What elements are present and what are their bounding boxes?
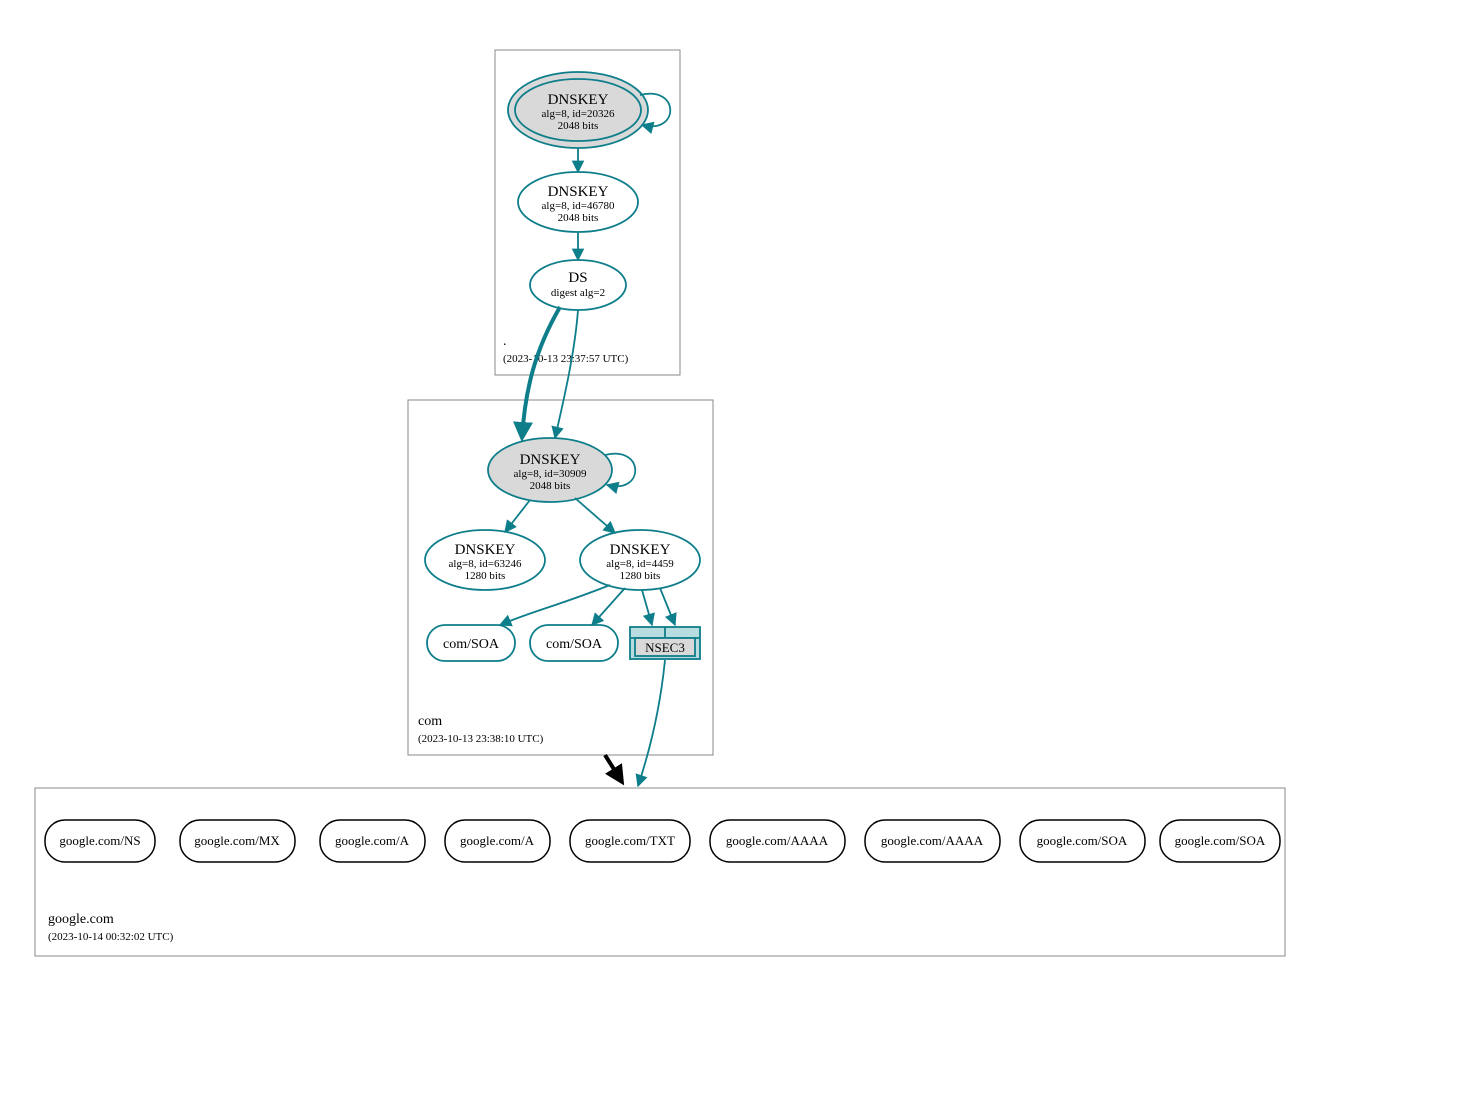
zone-com-time: (2023-10-13 23:38:10 UTC) bbox=[418, 733, 544, 745]
dnssec-diagram: . (2023-10-13 23:37:57 UTC) DNSKEY alg=8… bbox=[20, 20, 1300, 960]
node-root-zsk: DNSKEY alg=8, id=46780 2048 bits bbox=[518, 172, 638, 232]
svg-text:2048 bits: 2048 bits bbox=[558, 212, 599, 224]
zone-google-time: (2023-10-14 00:32:02 UTC) bbox=[48, 931, 174, 943]
svg-text:alg=8, id=63246: alg=8, id=63246 bbox=[449, 558, 522, 570]
rr-node: google.com/SOA bbox=[1160, 820, 1280, 862]
edge-zsk2-nsec3a bbox=[642, 590, 652, 625]
node-com-soa1: com/SOA bbox=[427, 625, 515, 661]
node-nsec3: NSEC3 bbox=[630, 627, 700, 659]
svg-text:NSEC3: NSEC3 bbox=[645, 640, 685, 655]
svg-text:DNSKEY: DNSKEY bbox=[455, 542, 516, 558]
svg-text:digest alg=2: digest alg=2 bbox=[551, 287, 605, 299]
svg-text:google.com/AAAA: google.com/AAAA bbox=[881, 833, 984, 848]
edge-root-ds-com bbox=[555, 310, 578, 438]
zone-com-label: com bbox=[418, 714, 442, 729]
node-root-ds: DS digest alg=2 bbox=[530, 260, 626, 310]
rr-node: google.com/AAAA bbox=[710, 820, 845, 862]
svg-text:alg=8, id=46780: alg=8, id=46780 bbox=[542, 200, 615, 212]
zone-root-label: . bbox=[503, 334, 507, 349]
svg-text:com/SOA: com/SOA bbox=[443, 637, 500, 652]
svg-text:alg=8, id=30909: alg=8, id=30909 bbox=[514, 468, 587, 480]
edge-com-ksk-zsk1 bbox=[505, 500, 530, 532]
node-root-ksk: DNSKEY alg=8, id=20326 2048 bits bbox=[508, 72, 648, 148]
edge-zsk2-nsec3b bbox=[660, 588, 675, 625]
svg-text:google.com/NS: google.com/NS bbox=[59, 833, 140, 848]
rr-node: google.com/TXT bbox=[570, 820, 690, 862]
edge-root-com-bold bbox=[522, 307, 560, 438]
rr-node: google.com/NS bbox=[45, 820, 155, 862]
zone-google-label: google.com bbox=[48, 912, 114, 927]
svg-text:google.com/A: google.com/A bbox=[335, 833, 410, 848]
edge-nsec3-google bbox=[638, 660, 665, 786]
svg-text:1280 bits: 1280 bits bbox=[465, 570, 506, 582]
rr-node: google.com/A bbox=[445, 820, 550, 862]
edge-zsk2-soa2 bbox=[592, 588, 625, 625]
svg-text:com/SOA: com/SOA bbox=[546, 637, 603, 652]
node-com-soa2: com/SOA bbox=[530, 625, 618, 661]
svg-text:alg=8, id=4459: alg=8, id=4459 bbox=[606, 558, 674, 570]
svg-text:google.com/A: google.com/A bbox=[460, 833, 535, 848]
node-com-ksk: DNSKEY alg=8, id=30909 2048 bits bbox=[488, 438, 612, 502]
rr-node: google.com/MX bbox=[180, 820, 295, 862]
edge-com-google-insecure bbox=[605, 755, 622, 782]
svg-text:DS: DS bbox=[568, 270, 587, 286]
zone-root-time: (2023-10-13 23:37:57 UTC) bbox=[503, 353, 629, 365]
rr-node: google.com/A bbox=[320, 820, 425, 862]
svg-text:alg=8, id=20326: alg=8, id=20326 bbox=[542, 108, 615, 120]
node-com-zsk1: DNSKEY alg=8, id=63246 1280 bits bbox=[425, 530, 545, 590]
svg-text:DNSKEY: DNSKEY bbox=[610, 542, 671, 558]
svg-text:DNSKEY: DNSKEY bbox=[520, 452, 581, 468]
edge-zsk2-soa1 bbox=[500, 585, 610, 625]
svg-text:2048 bits: 2048 bits bbox=[530, 480, 571, 492]
svg-text:google.com/TXT: google.com/TXT bbox=[585, 833, 675, 848]
svg-text:google.com/SOA: google.com/SOA bbox=[1175, 833, 1266, 848]
svg-text:DNSKEY: DNSKEY bbox=[548, 184, 609, 200]
rr-node: google.com/AAAA bbox=[865, 820, 1000, 862]
svg-text:DNSKEY: DNSKEY bbox=[548, 92, 609, 108]
node-com-zsk2: DNSKEY alg=8, id=4459 1280 bits bbox=[580, 530, 700, 590]
rr-node: google.com/SOA bbox=[1020, 820, 1145, 862]
zone-google-box bbox=[35, 788, 1285, 956]
svg-text:2048 bits: 2048 bits bbox=[558, 120, 599, 132]
svg-text:google.com/SOA: google.com/SOA bbox=[1037, 833, 1128, 848]
svg-text:google.com/MX: google.com/MX bbox=[194, 833, 280, 848]
edge-com-ksk-zsk2 bbox=[575, 498, 615, 533]
svg-text:1280 bits: 1280 bits bbox=[620, 570, 661, 582]
svg-text:google.com/AAAA: google.com/AAAA bbox=[726, 833, 829, 848]
